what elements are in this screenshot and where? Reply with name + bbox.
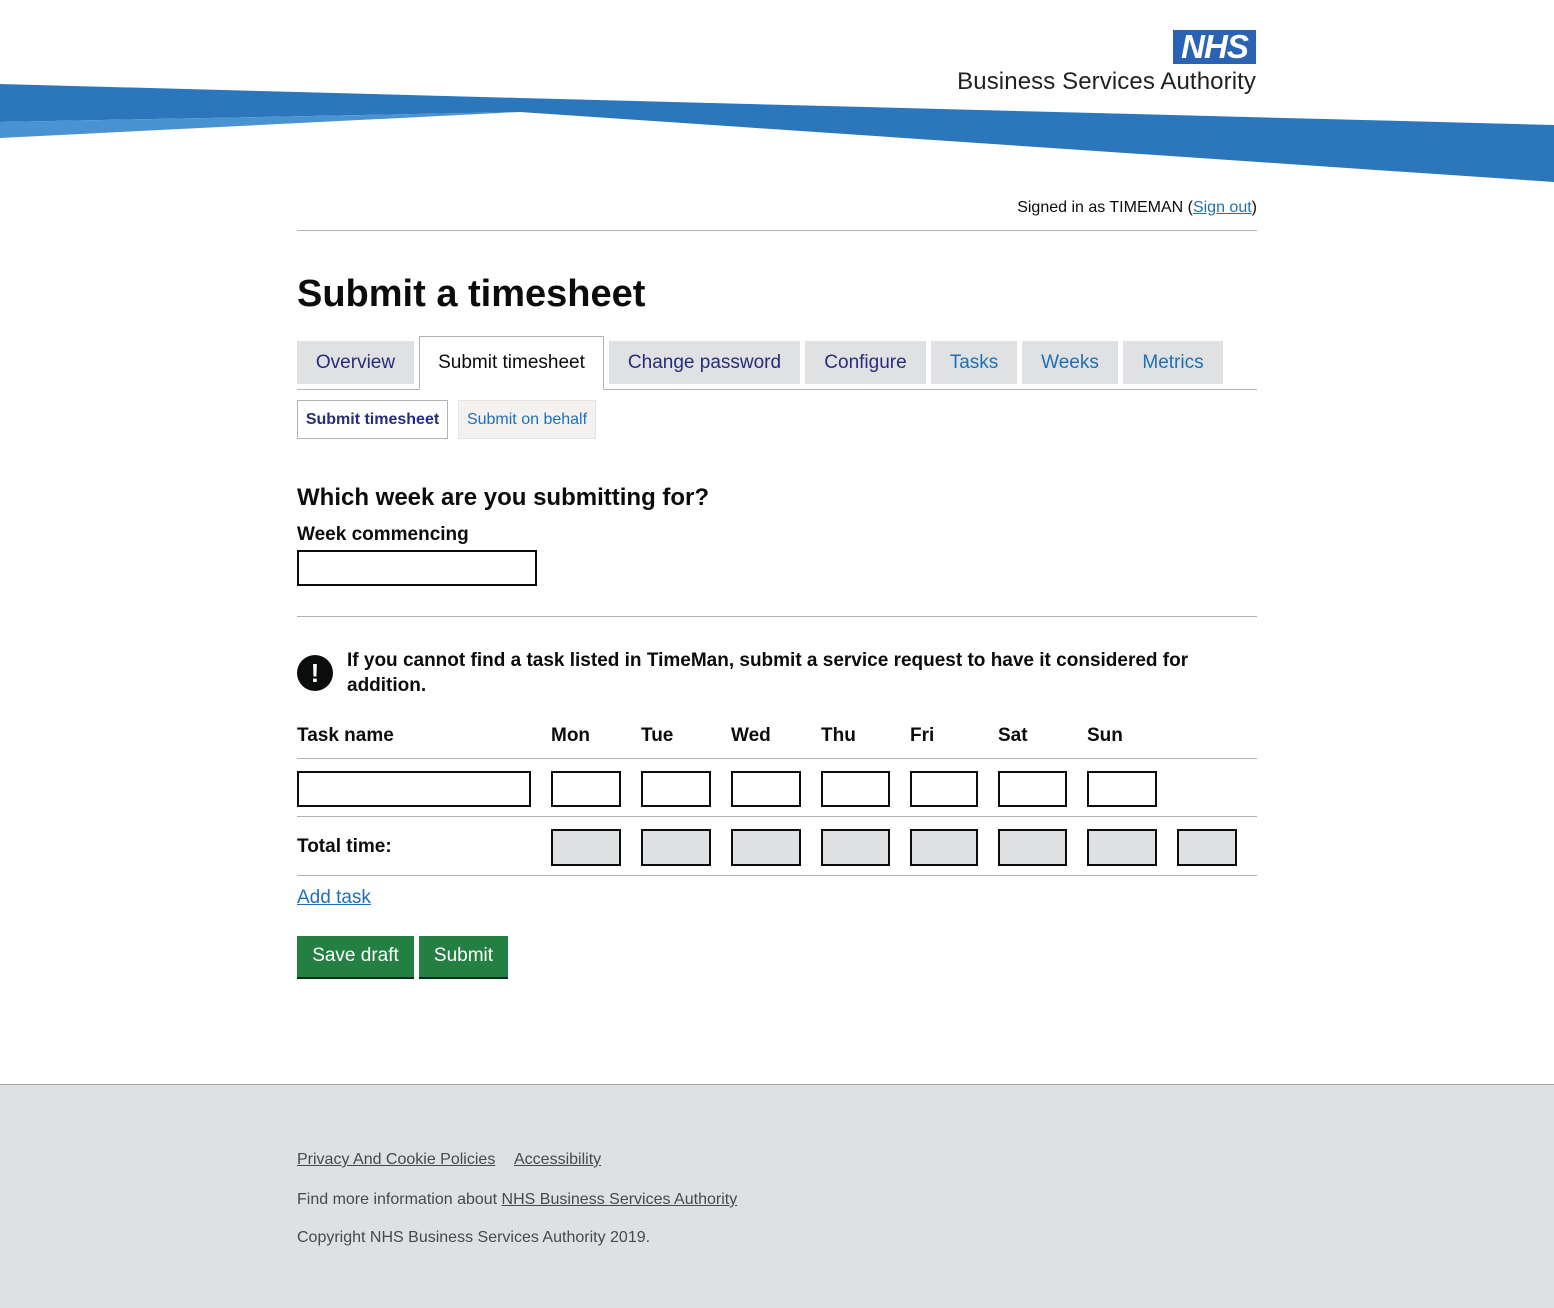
week-commencing-input[interactable]	[297, 550, 537, 586]
section-divider	[297, 616, 1257, 617]
total-sat	[998, 829, 1067, 866]
header-wed: Wed	[731, 725, 771, 746]
total-mon	[551, 829, 621, 866]
total-week	[1177, 829, 1237, 866]
add-task-link[interactable]: Add task	[297, 887, 371, 909]
total-tue	[641, 829, 711, 866]
header-tue: Tue	[641, 725, 674, 746]
copyright-text: Copyright NHS Business Services Authorit…	[297, 1229, 651, 1246]
tab-metrics[interactable]: Metrics	[1123, 341, 1223, 384]
header-banner: NHS Business Services Authority	[0, 0, 1554, 190]
save-draft-button[interactable]: Save draft	[297, 936, 414, 977]
total-wed	[731, 829, 801, 866]
header-mon: Mon	[551, 725, 591, 746]
subnav-submit-timesheet[interactable]: Submit timesheet	[297, 400, 448, 439]
total-fri	[910, 829, 978, 866]
hours-mon-input[interactable]	[551, 771, 621, 807]
header-swoosh	[0, 84, 1554, 182]
tab-overview[interactable]: Overview	[297, 341, 414, 384]
week-question: Which week are you submitting for?	[297, 484, 710, 511]
hours-tue-input[interactable]	[641, 771, 711, 807]
signed-in-prefix: Signed in as TIMEMAN (	[1017, 199, 1193, 216]
nhs-bsa-logo[interactable]: NHS Business Services Authority	[950, 30, 1256, 100]
warning-text: If you cannot find a task listed in Time…	[347, 650, 1189, 696]
signed-in-status: Signed in as TIMEMAN (Sign out)	[297, 199, 1257, 217]
tab-weeks[interactable]: Weeks	[1022, 341, 1118, 384]
tab-configure[interactable]: Configure	[805, 341, 926, 384]
header-sun: Sun	[1087, 725, 1123, 746]
hours-sun-input[interactable]	[1087, 771, 1157, 807]
org-name: Business Services Authority	[957, 68, 1256, 95]
tab-change-password[interactable]: Change password	[609, 341, 800, 384]
nhs-logo: NHS	[1173, 30, 1256, 64]
hours-sat-input[interactable]	[998, 771, 1067, 807]
header-sat: Sat	[998, 725, 1028, 746]
sign-out-link[interactable]: Sign out	[1193, 199, 1252, 216]
total-sun	[1087, 829, 1157, 866]
table-row-divider	[297, 816, 1257, 817]
exclamation-icon: !	[297, 655, 333, 691]
table-header-divider	[297, 758, 1257, 759]
header-fri: Fri	[910, 725, 935, 746]
main-tabs: Overview Submit timesheet Change passwor…	[297, 336, 1257, 390]
footer-info: Find more information about NHS Business…	[297, 1191, 737, 1209]
signed-in-suffix: )	[1251, 199, 1257, 216]
tab-submit-timesheet[interactable]: Submit timesheet	[419, 336, 604, 390]
total-thu	[821, 829, 890, 866]
page-title: Submit a timesheet	[297, 273, 646, 315]
task-name-input[interactable]	[297, 771, 531, 807]
accessibility-link[interactable]: Accessibility	[514, 1151, 601, 1169]
hours-wed-input[interactable]	[731, 771, 801, 807]
hours-fri-input[interactable]	[910, 771, 978, 807]
nhsbsa-link[interactable]: NHS Business Services Authority	[502, 1191, 738, 1208]
total-time-label: Total time:	[297, 836, 392, 857]
privacy-cookie-link[interactable]: Privacy And Cookie Policies	[297, 1151, 495, 1169]
hours-thu-input[interactable]	[821, 771, 890, 807]
tab-tasks[interactable]: Tasks	[931, 341, 1017, 384]
footer-info-prefix: Find more information about	[297, 1191, 502, 1208]
table-footer-divider	[297, 875, 1257, 876]
week-commencing-label: Week commencing	[297, 524, 469, 545]
header-thu: Thu	[821, 725, 856, 746]
submit-button[interactable]: Submit	[419, 936, 508, 977]
header-task-name: Task name	[297, 725, 394, 746]
footer: Privacy And Cookie Policies Accessibilit…	[0, 1084, 1554, 1308]
subnav-submit-on-behalf[interactable]: Submit on behalf	[458, 400, 596, 439]
header-divider	[297, 230, 1257, 231]
